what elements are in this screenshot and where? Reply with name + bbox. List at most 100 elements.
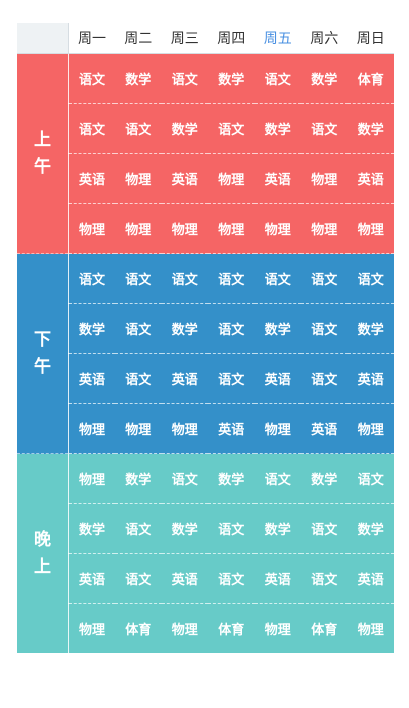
lesson-cell[interactable]: 物理 bbox=[347, 403, 394, 454]
lesson-cell[interactable]: 语文 bbox=[208, 253, 255, 304]
lesson-cell[interactable]: 语文 bbox=[162, 54, 209, 104]
lesson-cell[interactable]: 语文 bbox=[208, 503, 255, 554]
lesson-cell[interactable]: 语文 bbox=[254, 253, 301, 304]
lesson-cell[interactable]: 英语 bbox=[68, 153, 115, 204]
lesson-cell[interactable]: 物理 bbox=[347, 203, 394, 254]
lesson-cell[interactable]: 语文 bbox=[115, 353, 162, 404]
lesson-cell[interactable]: 语文 bbox=[115, 503, 162, 554]
lesson-cell[interactable]: 英语 bbox=[161, 153, 208, 204]
lesson-cell[interactable]: 数学 bbox=[161, 303, 208, 354]
lesson-cell[interactable]: 语文 bbox=[161, 253, 208, 304]
timetable-row: 上午语文 数学 语文 数学 语文 数学 体育 bbox=[17, 53, 395, 254]
lesson-cell[interactable]: 英语 bbox=[254, 353, 301, 404]
lesson-cell[interactable]: 语文 bbox=[68, 253, 115, 304]
lesson-cell[interactable]: 语文 bbox=[208, 553, 255, 604]
lesson-cell[interactable]: 物理 bbox=[115, 403, 162, 454]
lesson-cell[interactable]: 物理 bbox=[68, 603, 115, 653]
lesson-cell[interactable]: 语文 bbox=[208, 353, 255, 404]
lesson-cell[interactable]: 语文 bbox=[347, 453, 394, 504]
lesson-cell[interactable]: 英语 bbox=[347, 553, 394, 604]
lesson-cell[interactable]: 英语 bbox=[254, 153, 301, 204]
lesson-cell[interactable]: 语文 bbox=[301, 503, 348, 554]
lesson-cell[interactable]: 数学 bbox=[301, 453, 348, 504]
lesson-cell[interactable]: 数学 bbox=[208, 453, 255, 504]
lesson-cell[interactable]: 语文 bbox=[301, 353, 348, 404]
lesson-cell[interactable]: 数学 bbox=[208, 54, 255, 104]
lesson-cell[interactable]: 物理 bbox=[68, 453, 115, 504]
lesson-cell[interactable]: 语文 bbox=[301, 553, 348, 604]
lesson-cell[interactable]: 数学 bbox=[115, 453, 162, 504]
lesson-cell[interactable]: 语文 bbox=[208, 303, 255, 354]
lesson-cell[interactable]: 数学 bbox=[115, 54, 162, 104]
lesson-cell[interactable]: 数学 bbox=[161, 503, 208, 554]
lesson-cell[interactable]: 数学 bbox=[347, 503, 394, 554]
lesson-cell[interactable]: 物理 bbox=[208, 153, 255, 204]
lesson-cell[interactable]: 语文 bbox=[161, 453, 208, 504]
lesson-cell[interactable]: 物理 bbox=[301, 153, 348, 204]
lesson-cell[interactable]: 语文 bbox=[115, 553, 162, 604]
lesson-cell[interactable]: 数学 bbox=[301, 54, 348, 104]
lesson-cell[interactable]: 数学 bbox=[347, 303, 394, 354]
lesson-cell[interactable]: 语文 bbox=[68, 103, 115, 154]
lesson-cell[interactable]: 数学 bbox=[161, 103, 208, 154]
lesson-cell[interactable]: 数学 bbox=[254, 303, 301, 354]
lesson-cell[interactable]: 物理 bbox=[68, 403, 115, 454]
lesson-cell[interactable]: 物理 bbox=[208, 203, 255, 254]
lesson-cell[interactable]: 英语 bbox=[68, 553, 115, 604]
lesson-cell[interactable]: 数学 bbox=[68, 303, 115, 354]
lesson-cell[interactable]: 语文 bbox=[255, 54, 302, 104]
lesson-cell[interactable]: 物理 bbox=[115, 203, 162, 254]
lesson-cell[interactable]: 物理 bbox=[161, 403, 208, 454]
lesson-cell[interactable]: 语文 bbox=[301, 303, 348, 354]
lesson-cell[interactable]: 语文 bbox=[254, 453, 301, 504]
timetable-row: 英语 物理 英语 物理 英语 物理 英语 bbox=[17, 153, 394, 204]
lesson-cell[interactable]: 物理 bbox=[301, 203, 348, 254]
lesson-cell[interactable]: 语文 bbox=[69, 54, 116, 104]
lesson-cell[interactable]: 英语 bbox=[347, 353, 394, 404]
lesson-cell[interactable]: 物理 bbox=[161, 203, 208, 254]
day-header-sat: 周六 bbox=[301, 23, 348, 54]
timetable-row: 物理 体育 物理 体育 物理 体育 物理 bbox=[17, 603, 394, 653]
header-corner bbox=[17, 23, 69, 54]
lesson-cell[interactable]: 数学 bbox=[347, 103, 394, 154]
timetable-row: 英语 语文 英语 语文 英语 语文 英语 bbox=[17, 553, 394, 604]
lesson-cell[interactable]: 语文 bbox=[347, 253, 394, 304]
day-header-row: 周一 周二 周三 周四 周五 周六 周日 bbox=[17, 23, 394, 54]
lesson-cell[interactable]: 语文 bbox=[301, 253, 348, 304]
timetable-row: 物理 物理 物理 物理 物理 物理 物理 bbox=[17, 203, 394, 254]
period-label-char: 晚 bbox=[34, 529, 51, 550]
day-header-wed: 周三 bbox=[161, 23, 208, 54]
lesson-cell[interactable]: 语文 bbox=[115, 103, 162, 154]
lesson-cell[interactable]: 体育 bbox=[115, 603, 162, 653]
timetable-row: 数学 语文 数学 语文 数学 语文 数学 bbox=[17, 303, 394, 354]
lesson-cell[interactable]: 英语 bbox=[161, 553, 208, 604]
timetable: 周一 周二 周三 周四 周五 周六 周日 上午语文 数学 语文 数学 语文 数学 体育 语文语… bbox=[17, 23, 394, 653]
lesson-cell[interactable]: 物理 bbox=[254, 203, 301, 254]
lesson-cell[interactable]: 语文 bbox=[115, 303, 162, 354]
lesson-cell[interactable]: 物理 bbox=[254, 603, 301, 653]
lesson-cell[interactable]: 英语 bbox=[254, 553, 301, 604]
lesson-cell[interactable]: 英语 bbox=[208, 403, 255, 454]
lesson-cell[interactable]: 数学 bbox=[254, 103, 301, 154]
lesson-cell[interactable]: 物理 bbox=[115, 153, 162, 204]
lesson-cell[interactable]: 数学 bbox=[68, 503, 115, 554]
day-header-tue: 周二 bbox=[115, 23, 162, 54]
timetable-row: 物理 物理 物理 英语 物理 英语 物理 bbox=[17, 403, 394, 454]
lesson-cell[interactable]: 语文 bbox=[301, 103, 348, 154]
lesson-cell[interactable]: 语文 bbox=[115, 253, 162, 304]
lesson-cell[interactable]: 物理 bbox=[161, 603, 208, 653]
lesson-cell[interactable]: 英语 bbox=[161, 353, 208, 404]
lesson-cell[interactable]: 体育 bbox=[208, 603, 255, 653]
lesson-cell[interactable]: 数学 bbox=[254, 503, 301, 554]
lesson-cell[interactable]: 英语 bbox=[301, 403, 348, 454]
lesson-cell[interactable]: 物理 bbox=[254, 403, 301, 454]
lesson-cell[interactable]: 物理 bbox=[68, 203, 115, 254]
timetable-row: 语文 语文 数学 语文 数学 语文 数学 bbox=[17, 103, 394, 154]
lesson-cell[interactable]: 体育 bbox=[348, 54, 395, 104]
lesson-cell[interactable]: 语文 bbox=[208, 103, 255, 154]
lesson-cell[interactable]: 英语 bbox=[347, 153, 394, 204]
lesson-cell[interactable]: 体育 bbox=[301, 603, 348, 653]
period-label-char: 上 bbox=[34, 129, 51, 150]
lesson-cell[interactable]: 英语 bbox=[68, 353, 115, 404]
lesson-cell[interactable]: 物理 bbox=[347, 603, 394, 653]
